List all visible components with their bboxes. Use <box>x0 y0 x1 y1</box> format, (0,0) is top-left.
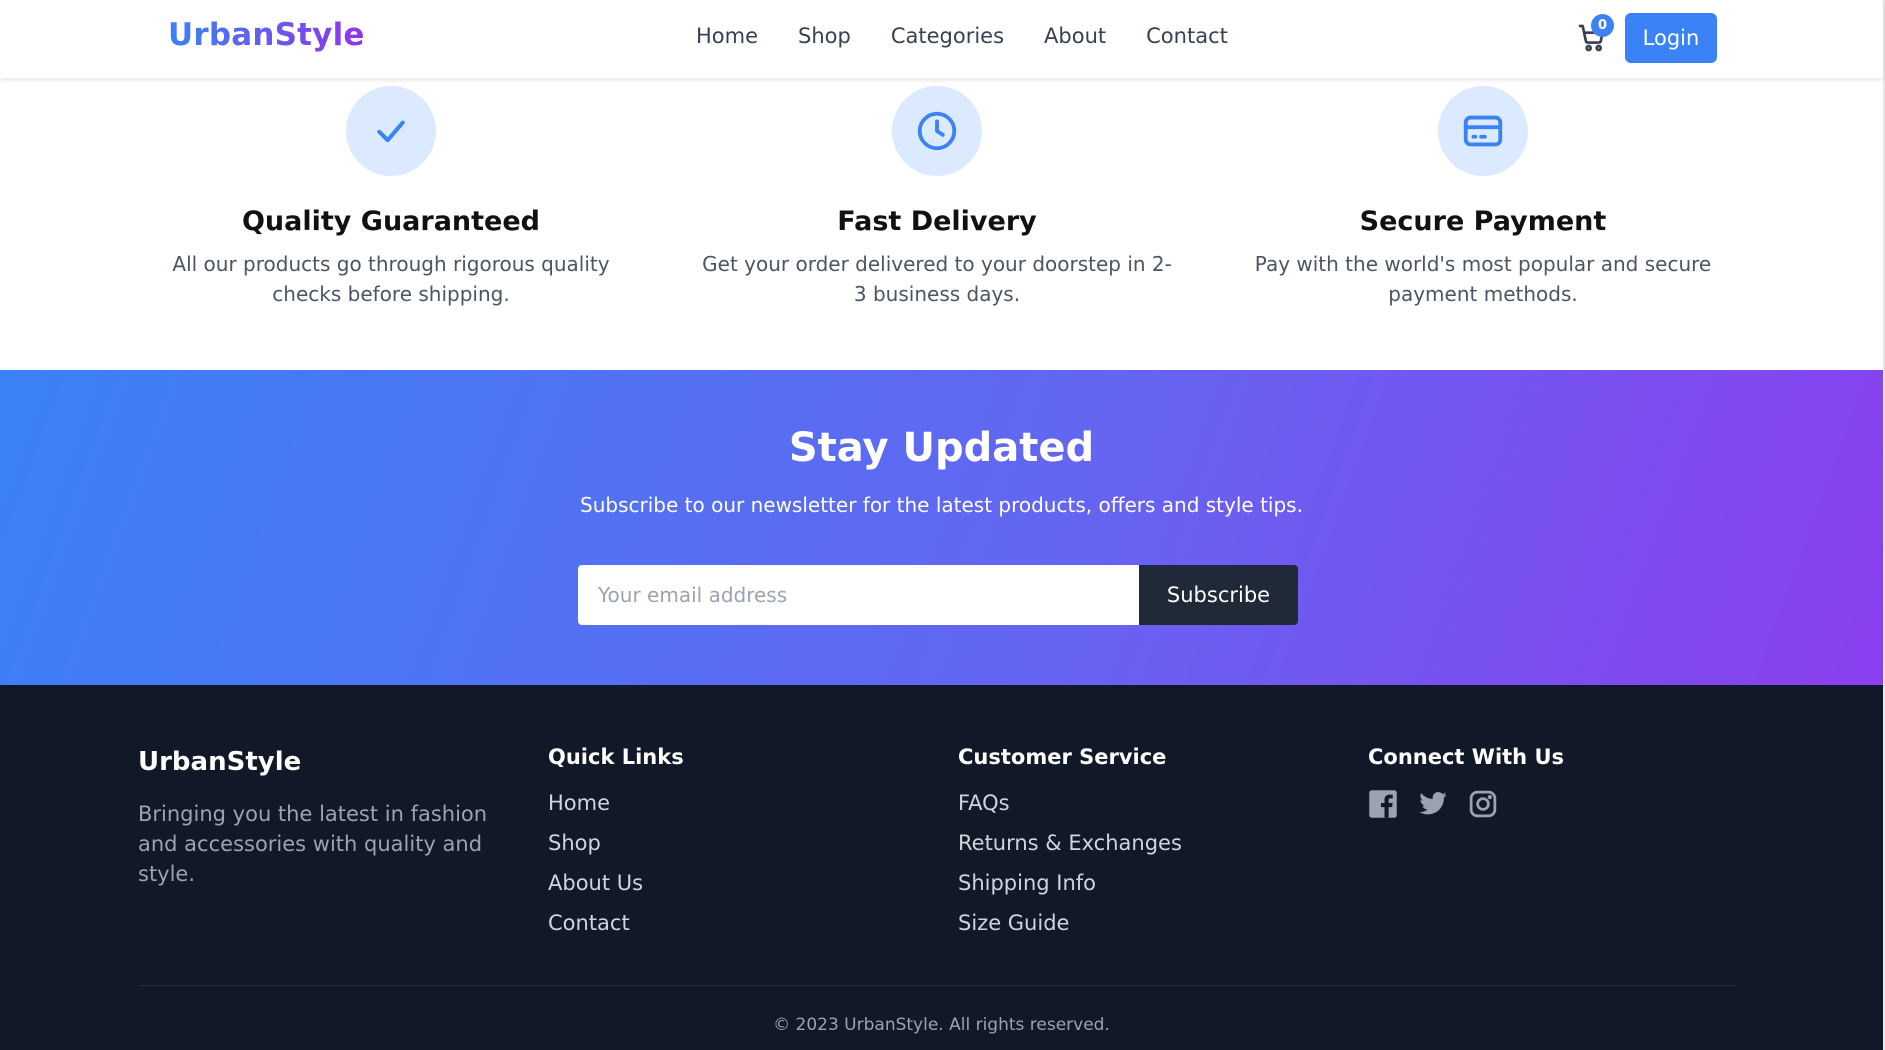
feature-title: Fast Delivery <box>837 206 1037 237</box>
nav-contact[interactable]: Contact <box>1146 24 1228 48</box>
check-icon <box>346 86 436 176</box>
newsletter-title: Stay Updated <box>788 425 1095 471</box>
footer-link-contact[interactable]: Contact <box>548 903 684 943</box>
subscribe-button[interactable]: Subscribe <box>1139 565 1298 625</box>
nav-categories[interactable]: Categories <box>891 24 1004 48</box>
footer-link-shipping[interactable]: Shipping Info <box>958 863 1182 903</box>
logo[interactable]: UrbanStyle <box>168 17 365 53</box>
footer-connect: Connect With Us <box>1368 745 1564 819</box>
nav-about[interactable]: About <box>1044 24 1106 48</box>
footer-description: Bringing you the latest in fashion and a… <box>138 802 488 886</box>
nav-shop[interactable]: Shop <box>798 24 851 48</box>
feature-delivery: Fast Delivery Get your order delivered t… <box>697 78 1177 309</box>
feature-text: Pay with the world's most popular and se… <box>1254 252 1712 306</box>
newsletter-form: Subscribe <box>578 565 1298 625</box>
feature-text: All our products go through rigorous qua… <box>172 252 610 306</box>
footer-link-size-guide[interactable]: Size Guide <box>958 903 1182 943</box>
footer-heading: Connect With Us <box>1368 745 1564 769</box>
feature-quality: Quality Guaranteed All our products go t… <box>151 78 631 309</box>
footer-link-home[interactable]: Home <box>548 783 684 823</box>
feature-payment: Secure Payment Pay with the world's most… <box>1243 78 1723 309</box>
feature-title: Secure Payment <box>1359 206 1607 237</box>
login-button[interactable]: Login <box>1625 13 1717 63</box>
footer-logo: UrbanStyle <box>138 747 302 777</box>
credit-card-icon <box>1438 86 1528 176</box>
copyright-text: © 2023 UrbanStyle. All rights reserved. <box>773 1015 1110 1035</box>
footer-brand-column: UrbanStyle Bringing you the latest in fa… <box>138 745 488 889</box>
main-nav: Home Shop Categories About Contact <box>696 24 1228 48</box>
footer-divider <box>138 985 1738 986</box>
facebook-icon[interactable] <box>1368 789 1398 819</box>
email-input[interactable] <box>578 565 1139 625</box>
footer-link-returns[interactable]: Returns & Exchanges <box>958 823 1182 863</box>
footer-quick-links: Quick Links Home Shop About Us Contact <box>548 745 684 943</box>
nav-home[interactable]: Home <box>696 24 758 48</box>
footer-heading: Quick Links <box>548 745 684 769</box>
newsletter-subtitle: Subscribe to our newsletter for the late… <box>580 493 1303 517</box>
site-footer: UrbanStyle Bringing you the latest in fa… <box>0 685 1883 1050</box>
footer-heading: Customer Service <box>958 745 1167 769</box>
cart-count-badge: 0 <box>1591 14 1614 37</box>
twitter-icon[interactable] <box>1418 789 1448 819</box>
clock-icon <box>892 86 982 176</box>
instagram-icon[interactable] <box>1468 789 1498 819</box>
footer-link-shop[interactable]: Shop <box>548 823 684 863</box>
footer-link-faqs[interactable]: FAQs <box>958 783 1182 823</box>
features-section: Quality Guaranteed All our products go t… <box>0 78 1883 370</box>
feature-title: Quality Guaranteed <box>241 206 541 237</box>
footer-customer-service: Customer Service FAQs Returns & Exchange… <box>958 745 1182 943</box>
newsletter-section: Stay Updated Subscribe to our newsletter… <box>0 370 1883 685</box>
footer-link-about[interactable]: About Us <box>548 863 684 903</box>
feature-text: Get your order delivered to your doorste… <box>702 252 1172 306</box>
site-header: UrbanStyle Home Shop Categories About Co… <box>0 0 1883 78</box>
